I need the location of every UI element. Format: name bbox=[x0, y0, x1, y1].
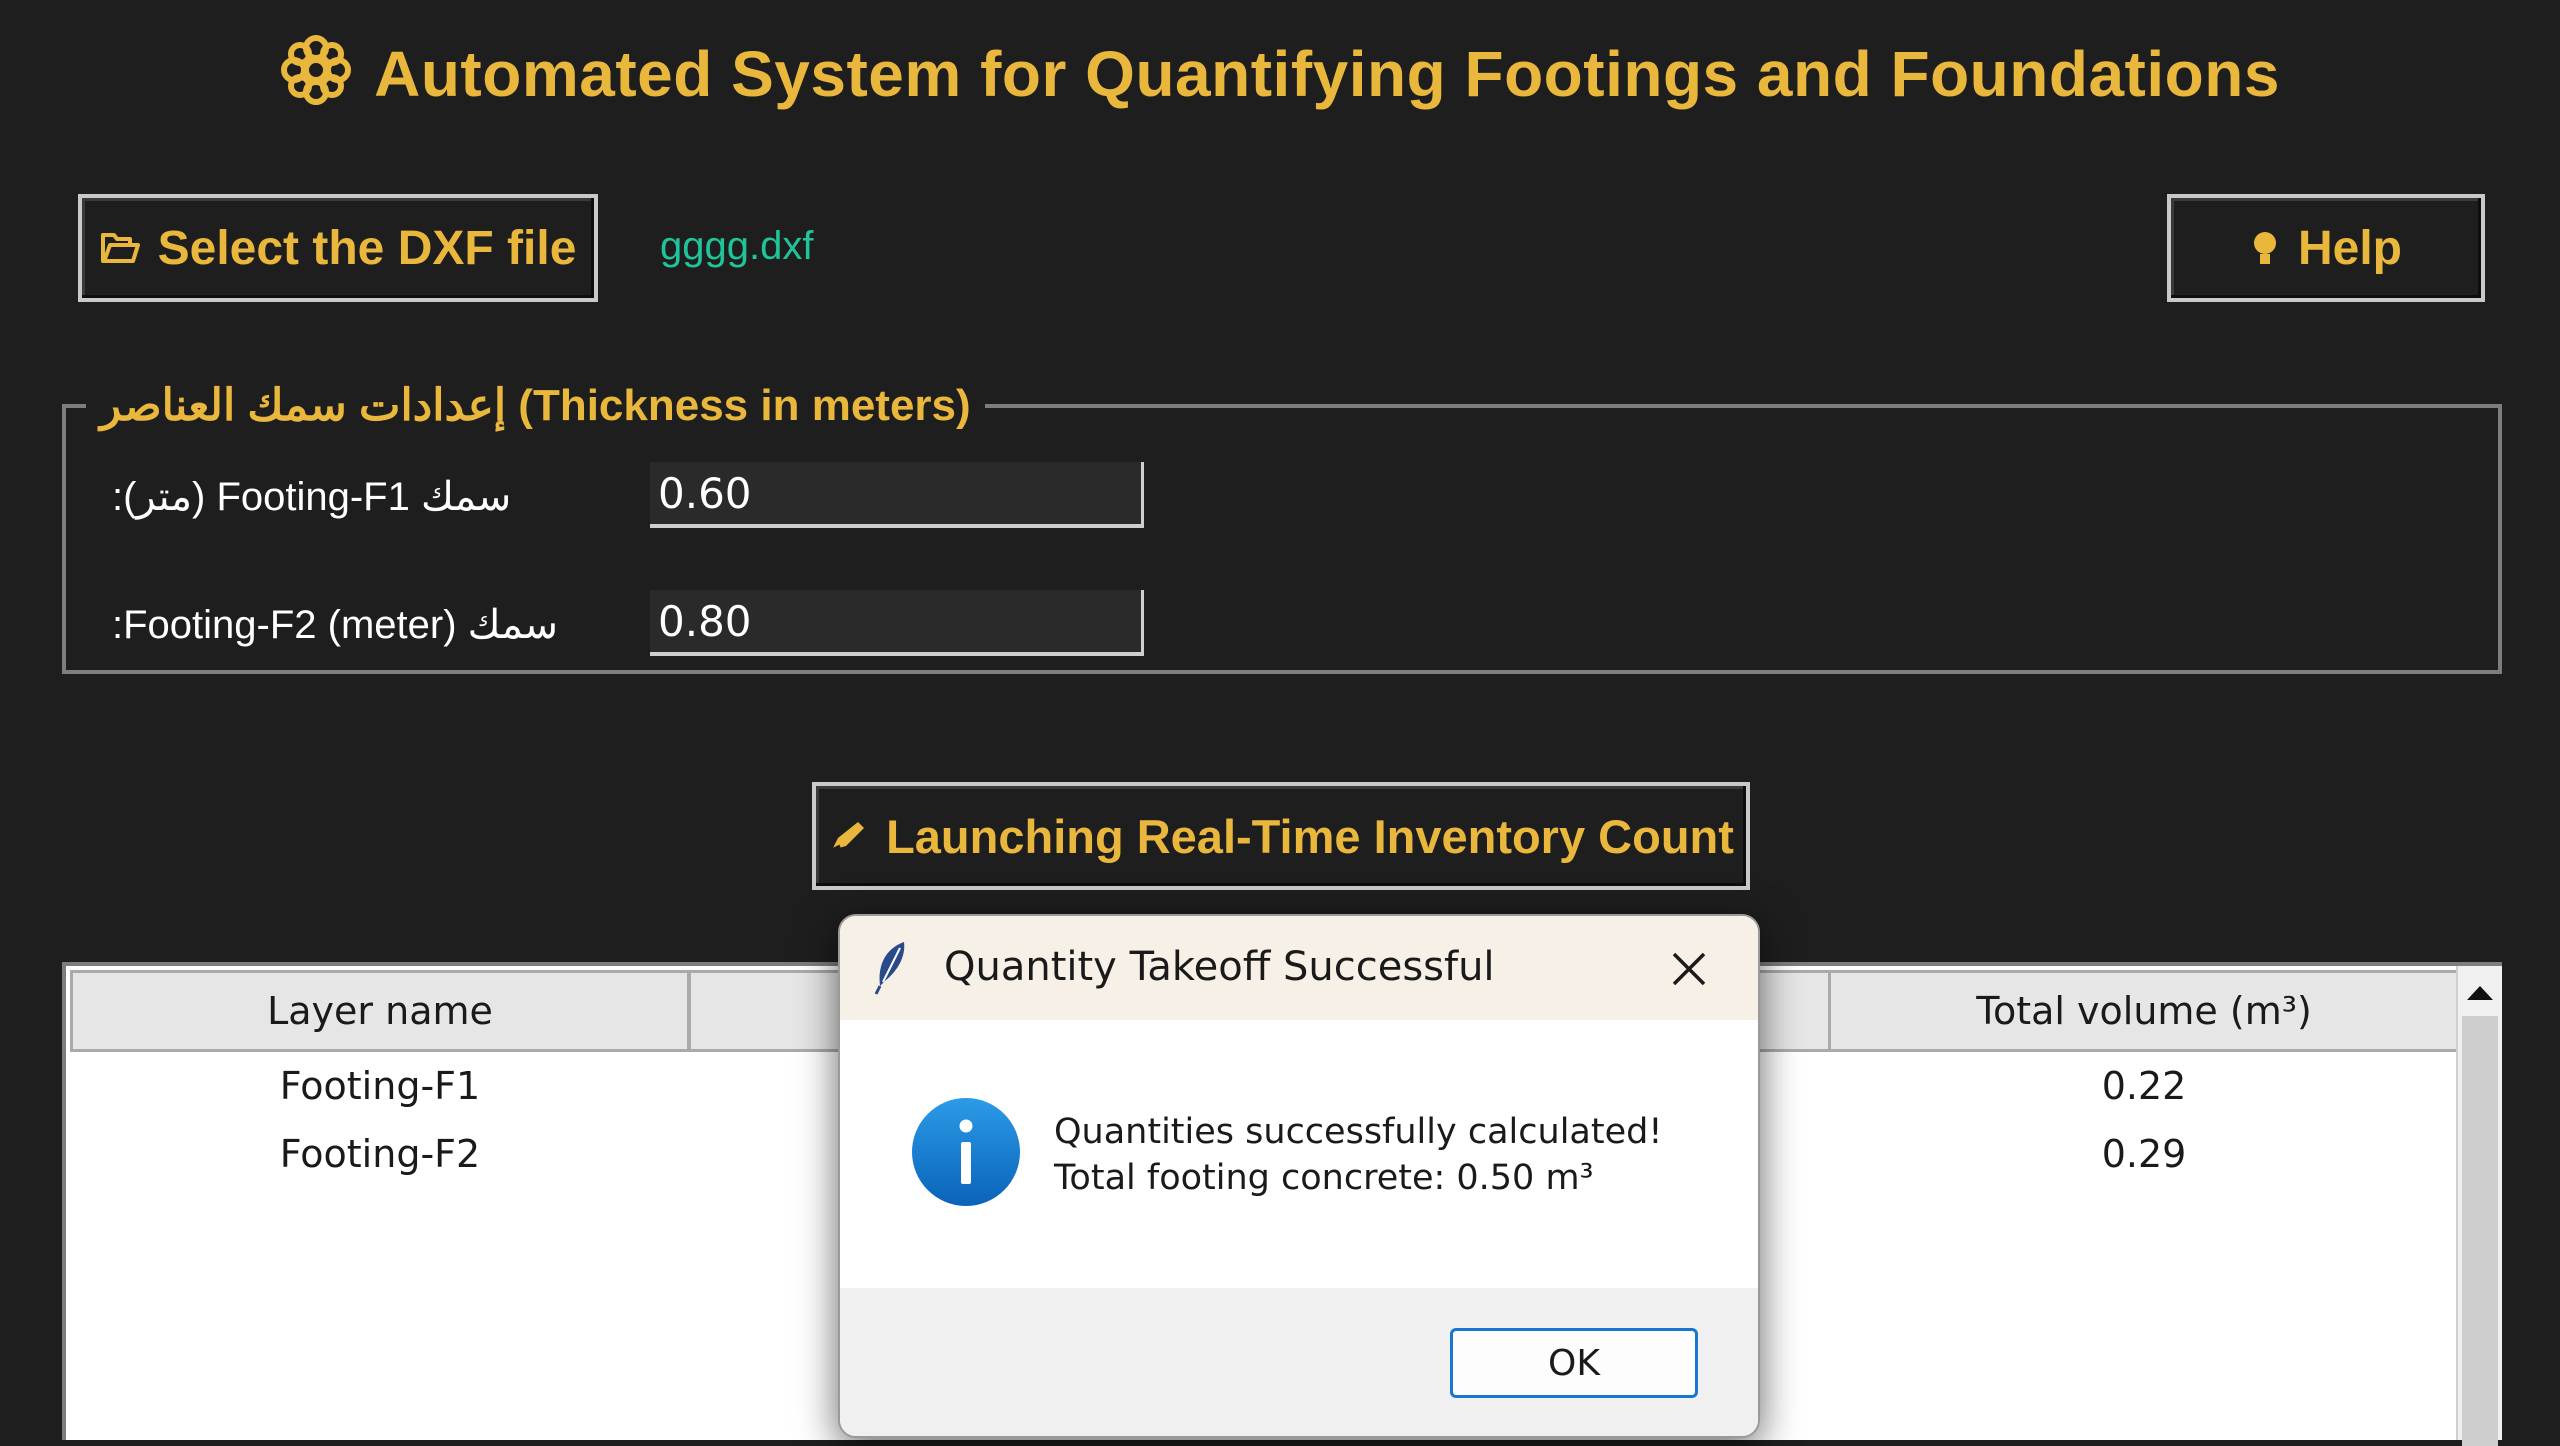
footing-f1-thickness-input[interactable] bbox=[650, 462, 1144, 528]
close-icon[interactable] bbox=[1668, 948, 1710, 994]
app-title: Automated System for Quantifying Footing… bbox=[0, 34, 2560, 121]
cell-total-volume: 0.22 bbox=[2101, 1064, 2187, 1108]
table-scrollbar[interactable] bbox=[2456, 966, 2502, 1446]
pencil-icon bbox=[828, 816, 868, 856]
ok-button[interactable]: OK bbox=[1450, 1328, 1698, 1398]
scroll-up-arrow-icon[interactable] bbox=[2458, 970, 2502, 1014]
column-header-total-volume[interactable]: Total volume (m³) bbox=[1828, 970, 2460, 1052]
dialog-footer: OK bbox=[840, 1288, 1758, 1436]
select-dxf-label: Select the DXF file bbox=[157, 221, 577, 275]
scrollbar-thumb[interactable] bbox=[2462, 1016, 2498, 1446]
success-dialog: Quantity Takeoff Successful Quantities s… bbox=[838, 914, 1760, 1438]
folder-icon bbox=[100, 231, 140, 265]
lightbulb-icon bbox=[2250, 228, 2280, 268]
app-title-text: Automated System for Quantifying Footing… bbox=[374, 38, 2280, 110]
footing-f2-thickness-input[interactable] bbox=[650, 590, 1144, 656]
footing-f2-label: سمك Footing-F2 (meter): bbox=[112, 603, 559, 647]
dialog-message-line2: Total footing concrete: 0.50 m³ bbox=[1054, 1158, 1594, 1198]
cell-layer-name: Footing-F2 bbox=[279, 1132, 481, 1176]
launch-inventory-button[interactable]: Launching Real-Time Inventory Count bbox=[812, 782, 1750, 890]
dialog-title: Quantity Takeoff Successful bbox=[944, 944, 1495, 990]
help-label: Help bbox=[2297, 221, 2402, 275]
column-header-layer-name[interactable]: Layer name bbox=[70, 970, 690, 1052]
cell-layer-name: Footing-F1 bbox=[279, 1064, 481, 1108]
cell-total-volume: 0.29 bbox=[2101, 1132, 2187, 1176]
dialog-titlebar[interactable]: Quantity Takeoff Successful bbox=[840, 916, 1758, 1020]
dialog-message-line1: Quantities successfully calculated! bbox=[1054, 1112, 1663, 1152]
selected-file-name: gggg.dxf bbox=[660, 224, 814, 268]
help-button[interactable]: Help bbox=[2167, 194, 2485, 302]
select-dxf-button[interactable]: Select the DXF file bbox=[78, 194, 598, 302]
feather-icon bbox=[872, 940, 912, 1000]
launch-inventory-label: Launching Real-Time Inventory Count bbox=[886, 809, 1734, 863]
thickness-settings-legend: إعدادات سمك العناصر (Thickness in meters… bbox=[100, 381, 971, 430]
gear-icon bbox=[280, 34, 352, 121]
info-icon bbox=[910, 1096, 1022, 1212]
footing-f1-label: سمك Footing-F1 (متر): bbox=[112, 475, 512, 519]
